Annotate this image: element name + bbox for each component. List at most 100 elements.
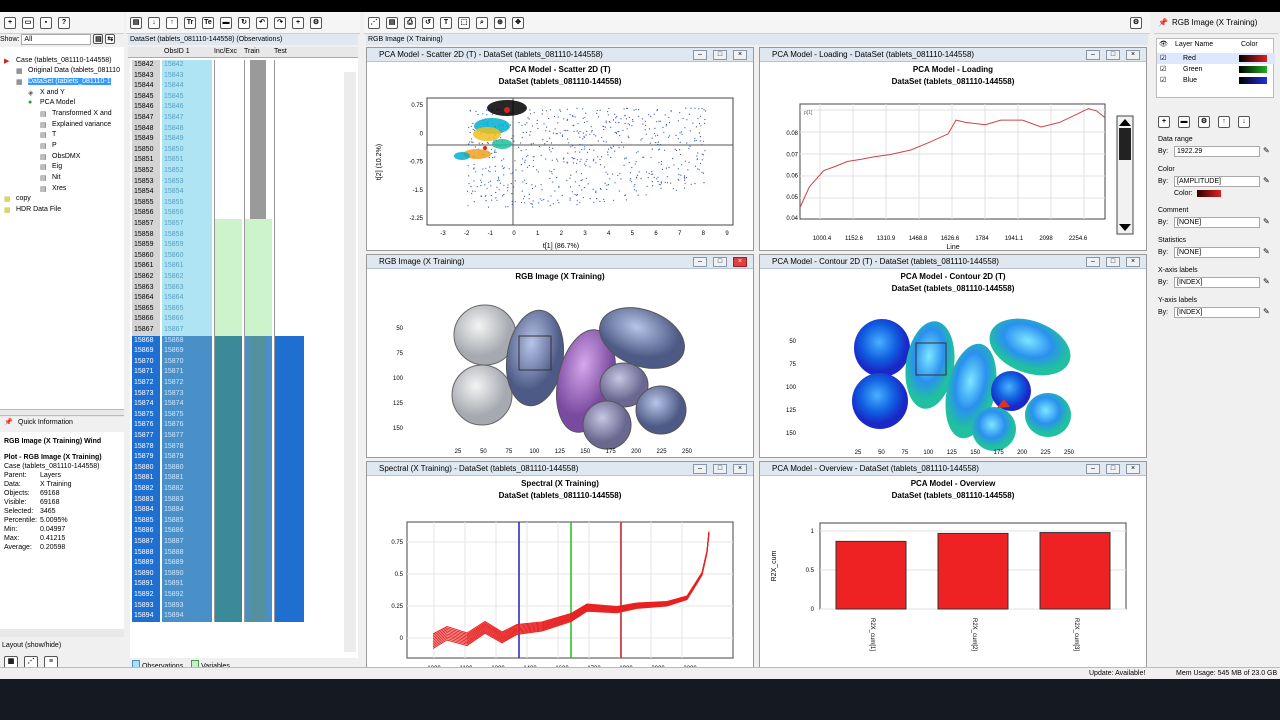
test-cell[interactable] — [274, 526, 304, 537]
table-row[interactable]: 15889 15889 — [130, 558, 358, 569]
workspace-tab[interactable]: RGB Image (X Training) — [366, 34, 1148, 45]
minimize-button[interactable]: – — [1086, 50, 1100, 60]
table-row[interactable]: 15847 15847 — [130, 113, 358, 124]
refresh-icon[interactable]: ↻ — [238, 16, 250, 29]
grid-vscrollbar[interactable] — [344, 72, 356, 652]
test-icon[interactable]: Te — [202, 16, 214, 29]
layer-visible-checkbox[interactable]: ☑ — [1160, 53, 1166, 64]
property-by-select[interactable]: [INDEX] — [1174, 307, 1260, 318]
test-cell[interactable] — [274, 420, 304, 431]
tree-item[interactable]: HDR Data File — [16, 206, 61, 213]
table-row[interactable]: 15878 15878 — [130, 441, 358, 453]
test-cell[interactable] — [274, 484, 304, 495]
property-by-select[interactable]: [NONE] — [1174, 247, 1260, 258]
property-by-select[interactable]: [AMPLITUDE] — [1174, 176, 1260, 187]
test-cell[interactable] — [274, 197, 304, 209]
table-row[interactable]: 15868 15868 — [130, 335, 358, 347]
inc-exc-cell[interactable] — [214, 166, 242, 177]
table-row[interactable]: 15848 15848 — [130, 123, 358, 135]
minimize-button[interactable]: – — [693, 464, 707, 474]
inc-exc-cell[interactable] — [214, 558, 242, 569]
table-row[interactable]: 15845 15845 — [130, 91, 358, 103]
table-row[interactable]: 15865 15865 — [130, 303, 358, 315]
inc-exc-cell[interactable] — [214, 484, 242, 495]
train-icon[interactable]: Tr — [184, 16, 196, 29]
table-row[interactable]: 15884 15884 — [130, 505, 358, 516]
loading-pane[interactable]: PCA Model - Loading - DataSet (tablets_0… — [759, 47, 1147, 251]
layer-row[interactable]: ☑ Blue — [1157, 75, 1275, 86]
test-cell[interactable] — [274, 144, 304, 156]
inc-exc-cell[interactable] — [214, 229, 242, 241]
column-header[interactable]: Inc/Exc — [214, 48, 237, 55]
table-row[interactable]: 15880 15880 — [130, 462, 358, 474]
inc-exc-cell[interactable] — [214, 441, 242, 453]
test-cell[interactable] — [274, 303, 304, 315]
tree-item[interactable]: Nit — [52, 174, 61, 181]
inc-exc-cell[interactable] — [214, 60, 242, 71]
inc-exc-cell[interactable] — [214, 325, 242, 336]
contour-plot[interactable]: 25 50 75 100 125 150 175 200 225 250 50 75 100 125 15… — [760, 295, 1147, 458]
table-row[interactable]: 15877 15877 — [130, 431, 358, 442]
inc-exc-cell[interactable] — [214, 378, 242, 389]
loading-scroll-thumb[interactable] — [1119, 128, 1131, 160]
inc-exc-cell[interactable] — [214, 261, 242, 272]
move-up-icon[interactable]: ↑ — [1218, 116, 1230, 128]
overview-bar[interactable] — [1039, 532, 1111, 610]
table-row[interactable]: 15857 15857 — [130, 219, 358, 230]
test-cell[interactable] — [274, 346, 304, 357]
test-cell[interactable] — [274, 176, 304, 188]
tree-item[interactable]: P — [52, 142, 57, 149]
property-by-select[interactable]: 1922.29 — [1174, 146, 1260, 157]
close-button[interactable]: × — [733, 464, 747, 474]
tree-item[interactable]: Original Data (tablets_081110 — [28, 67, 120, 74]
inc-exc-cell[interactable] — [214, 303, 242, 315]
grid-table-icon[interactable]: ▤ — [130, 16, 142, 29]
table-row[interactable]: 15851 15851 — [130, 155, 358, 166]
inc-exc-cell[interactable] — [214, 367, 242, 378]
inc-exc-cell[interactable] — [214, 314, 242, 325]
table-row[interactable]: 15853 15853 — [130, 176, 358, 188]
overview-plot[interactable]: R2X_cum 1 0.5 0 R2X_cum[1] R2X_cum[2] R2X_cum… — [760, 502, 1147, 675]
test-cell[interactable] — [274, 335, 304, 347]
layout-icon[interactable]: ▤ — [386, 16, 398, 29]
gear-icon[interactable]: ⚙ — [1130, 16, 1142, 29]
zoom-fit-icon[interactable]: ⊕ — [494, 16, 506, 29]
text-icon[interactable]: T — [440, 16, 452, 29]
tree-item[interactable]: T — [52, 131, 56, 138]
tree-item[interactable]: Eig — [52, 163, 62, 170]
minimize-button[interactable]: – — [693, 257, 707, 267]
table-row[interactable]: 15858 15858 — [130, 229, 358, 241]
inc-exc-cell[interactable] — [214, 399, 242, 410]
table-row[interactable]: 15843 15843 — [130, 70, 358, 82]
close-button[interactable]: × — [1126, 257, 1140, 267]
inc-exc-cell[interactable] — [214, 505, 242, 516]
column-header[interactable]: ObsID 1 — [164, 48, 190, 55]
show-select[interactable]: All — [21, 34, 92, 45]
tree-collapse-icon[interactable]: ⇆ — [105, 34, 116, 44]
settings-icon[interactable]: ⚙ — [310, 16, 322, 29]
pin-icon[interactable]: 📌 — [1158, 12, 1168, 34]
table-row[interactable]: 15886 15886 — [130, 526, 358, 537]
inc-exc-cell[interactable] — [214, 590, 242, 601]
move-down-icon[interactable]: ↓ — [1238, 116, 1250, 128]
inc-exc-cell[interactable] — [214, 356, 242, 368]
inc-exc-cell[interactable] — [214, 123, 242, 135]
table-row[interactable]: 15885 15885 — [130, 515, 358, 527]
table-row[interactable]: 15883 15883 — [130, 494, 358, 506]
overview-pane[interactable]: PCA Model - Overview - DataSet (tablets_… — [759, 461, 1147, 675]
test-cell[interactable] — [274, 515, 304, 527]
table-row[interactable]: 15859 15859 — [130, 240, 358, 251]
table-row[interactable]: 15873 15873 — [130, 388, 358, 400]
maximize-button[interactable]: □ — [1106, 464, 1120, 474]
quick-info-scrollbar[interactable] — [0, 629, 124, 637]
test-cell[interactable] — [274, 452, 304, 463]
test-cell[interactable] — [274, 409, 304, 421]
test-cell[interactable] — [274, 473, 304, 484]
table-row[interactable]: 15860 15860 — [130, 250, 358, 262]
contour-pane[interactable]: PCA Model - Contour 2D (T) - DataSet (ta… — [759, 254, 1147, 458]
loading-plot[interactable]: p[1] 1000.4 1152.6 1310.9 1468.8 1626.6 1784 1… — [760, 88, 1147, 251]
tree-item[interactable]: ObsDMX — [52, 153, 80, 160]
inc-exc-cell[interactable] — [214, 600, 242, 612]
column-header[interactable]: Test — [274, 48, 287, 55]
table-row[interactable]: 15882 15882 — [130, 484, 358, 495]
